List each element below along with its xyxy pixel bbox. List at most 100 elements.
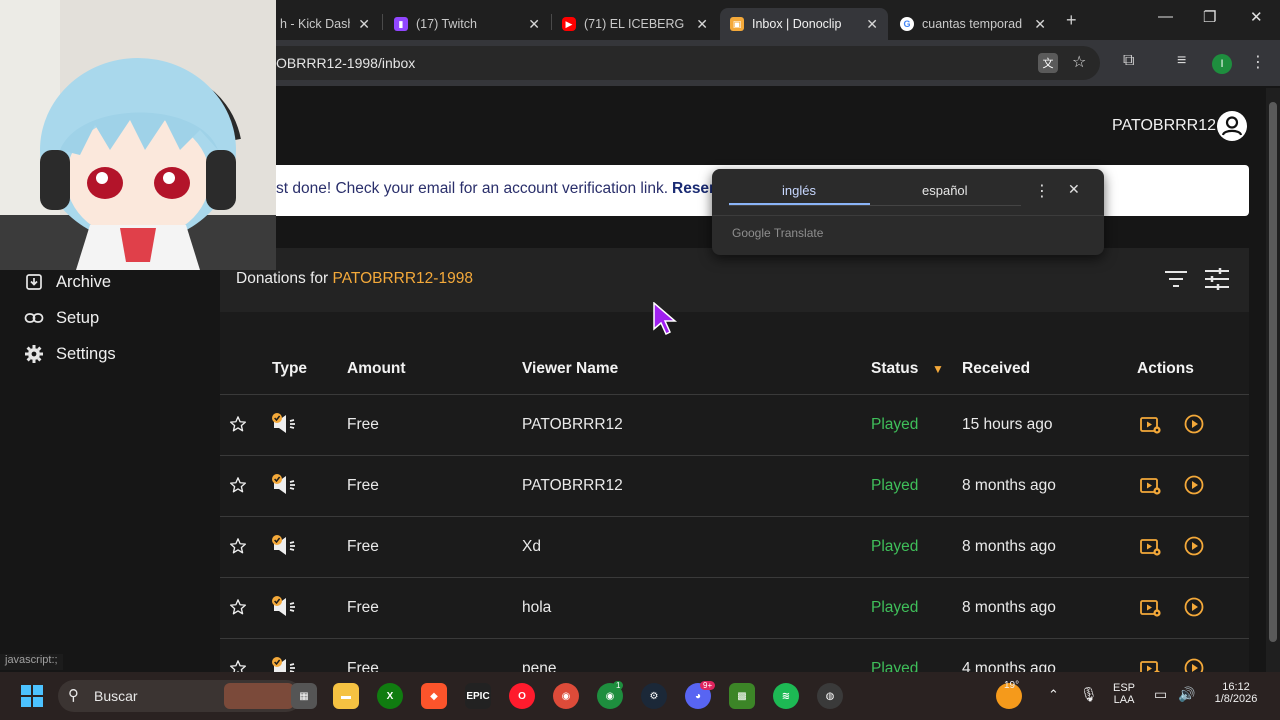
- taskbar-search[interactable]: ⚲ Buscar: [58, 680, 302, 712]
- clip-settings-icon[interactable]: [1140, 537, 1162, 557]
- url-text[interactable]: OBRRR12-1998/inbox: [276, 55, 415, 71]
- profile-avatar[interactable]: I: [1212, 54, 1232, 74]
- translate-icon[interactable]: 文: [1038, 53, 1058, 73]
- new-tab-icon[interactable]: +: [1066, 10, 1077, 31]
- xbox-icon[interactable]: X: [377, 683, 403, 709]
- clock[interactable]: 16:12 1/8/2026: [1206, 681, 1266, 705]
- cell-amount: Free: [347, 477, 379, 494]
- sort-desc-icon[interactable]: ▼: [932, 362, 944, 376]
- tab-google[interactable]: G cuantas temporad ✕: [890, 8, 1056, 40]
- translate-tab-source[interactable]: inglés: [782, 183, 816, 198]
- donations-channel: PATOBRRR12-1998: [332, 270, 473, 287]
- play-circle-icon[interactable]: [1184, 536, 1204, 556]
- menu-dots-icon[interactable]: ⋮: [1250, 52, 1266, 72]
- header-username[interactable]: PATOBRRR12: [1112, 117, 1216, 135]
- mouse-cursor-icon: [653, 302, 677, 336]
- close-tab-icon[interactable]: ✕: [1034, 16, 1046, 33]
- taskbar-search-label: Buscar: [94, 688, 138, 704]
- user-icon: [1221, 116, 1243, 136]
- obs-icon[interactable]: ◍: [817, 683, 843, 709]
- tab-title: (17) Twitch: [416, 17, 477, 31]
- clock-date: 1/8/2026: [1214, 693, 1258, 705]
- favorite-star-icon[interactable]: [229, 476, 247, 494]
- chrome-badge: 1: [613, 681, 624, 690]
- donations-panel: Donations for PATOBRRR12-1998 Type Amoun…: [220, 248, 1249, 678]
- translate-popup: inglés español ⋮ ✕ Google Translate: [712, 169, 1104, 255]
- chrome-icon[interactable]: ◉: [553, 683, 579, 709]
- translate-tab-target[interactable]: español: [922, 183, 968, 198]
- close-icon[interactable]: ✕: [1068, 181, 1080, 198]
- link-icon: [24, 308, 44, 328]
- donoclip-icon: ▣: [730, 17, 744, 31]
- address-bar[interactable]: OBRRR12-1998/inbox 文 ☆: [230, 46, 1100, 80]
- microphone-icon[interactable]: 🎙: [1080, 686, 1098, 703]
- input-language[interactable]: ESP LAA: [1113, 682, 1135, 706]
- extensions-icon[interactable]: ⧉: [1123, 52, 1134, 70]
- sidebar-item-setup[interactable]: Setup: [24, 308, 99, 328]
- volume-icon[interactable]: 🔊: [1178, 686, 1195, 703]
- sidebar-item-archive[interactable]: Archive: [24, 272, 111, 292]
- tab-kick[interactable]: h - Kick Dash ✕: [270, 8, 380, 40]
- cell-viewer-name: hola: [522, 599, 552, 616]
- epic-games-icon[interactable]: EPIC: [465, 683, 491, 709]
- filter-sliders-icon[interactable]: [1204, 267, 1230, 296]
- cell-amount: Free: [347, 538, 379, 555]
- minimize-icon[interactable]: —: [1158, 8, 1173, 25]
- search-highlight-image: [224, 683, 294, 709]
- brave-icon[interactable]: ◆: [421, 683, 447, 709]
- table-row[interactable]: Free hola Played 8 months ago: [220, 577, 1249, 638]
- windows-taskbar: ⚲ Buscar ▦ ▬ X ◆ EPIC O ◉ ◉ 1 ⚙ ◕ 9+ ▩ ≋…: [0, 672, 1280, 720]
- file-explorer-icon[interactable]: ▬: [333, 683, 359, 709]
- user-avatar[interactable]: [1217, 111, 1247, 141]
- tab-title: (71) EL ICEBERG DE: [584, 17, 688, 31]
- close-tab-icon[interactable]: ✕: [696, 16, 708, 33]
- status-hover-url: javascript:;: [0, 654, 63, 670]
- spotify-icon[interactable]: ≋: [773, 683, 799, 709]
- favorite-star-icon[interactable]: [229, 415, 247, 433]
- webcam-figure-image: [0, 0, 276, 270]
- close-window-icon[interactable]: ✕: [1250, 8, 1263, 26]
- favorite-star-icon[interactable]: [229, 598, 247, 616]
- column-status[interactable]: Status: [871, 360, 918, 378]
- tab-title: h - Kick Dash: [280, 17, 351, 31]
- google-icon: G: [900, 17, 914, 31]
- table-row[interactable]: Free PATOBRRR12 Played 8 months ago: [220, 455, 1249, 516]
- play-circle-icon[interactable]: [1184, 597, 1204, 617]
- sidebar-item-label: Archive: [56, 272, 112, 291]
- restore-icon[interactable]: ❐: [1203, 8, 1216, 26]
- opera-icon[interactable]: O: [509, 683, 535, 709]
- language-code: ESP: [1113, 682, 1136, 694]
- close-tab-icon[interactable]: ✕: [866, 16, 878, 33]
- tab-youtube[interactable]: ▶ (71) EL ICEBERG DE ✕: [552, 8, 718, 40]
- steam-icon[interactable]: ⚙: [641, 683, 667, 709]
- cell-received: 15 hours ago: [962, 416, 1053, 433]
- cell-status: Played: [871, 416, 919, 433]
- minecraft-icon[interactable]: ▩: [729, 683, 755, 709]
- clip-settings-icon[interactable]: [1140, 415, 1162, 435]
- play-circle-icon[interactable]: [1184, 414, 1204, 434]
- sort-icon[interactable]: [1164, 270, 1188, 293]
- scrollbar-thumb[interactable]: [1269, 102, 1277, 642]
- bookmark-star-icon[interactable]: ☆: [1072, 52, 1086, 72]
- notice-message: st done! Check your email for an account…: [276, 180, 668, 197]
- close-tab-icon[interactable]: ✕: [358, 16, 370, 33]
- weather-temp: 19°: [1004, 680, 1020, 691]
- clip-settings-icon[interactable]: [1140, 598, 1162, 618]
- tab-donoclip[interactable]: ▣ Inbox | Donoclip ✕: [720, 8, 888, 40]
- windows-start-icon[interactable]: [20, 684, 44, 713]
- sidebar-item-settings[interactable]: Settings: [24, 344, 116, 364]
- tab-title: Inbox | Donoclip: [752, 17, 842, 31]
- table-row[interactable]: Free Xd Played 8 months ago: [220, 516, 1249, 577]
- close-tab-icon[interactable]: ✕: [528, 16, 540, 33]
- table-row[interactable]: Free PATOBRRR12 Played 15 hours ago: [220, 394, 1249, 455]
- network-icon[interactable]: ▭: [1154, 686, 1167, 703]
- play-circle-icon[interactable]: [1184, 475, 1204, 495]
- tray-chevron-up-icon[interactable]: ⌃: [1048, 687, 1059, 703]
- task-view-icon[interactable]: ▦: [291, 683, 317, 709]
- favorite-star-icon[interactable]: [229, 537, 247, 555]
- tab-twitch[interactable]: ▮ (17) Twitch ✕: [384, 8, 550, 40]
- verified-audio-clip-icon: [272, 474, 295, 494]
- translate-options-icon[interactable]: ⋮: [1034, 181, 1050, 201]
- media-control-icon[interactable]: ≡: [1177, 52, 1186, 70]
- clip-settings-icon[interactable]: [1140, 476, 1162, 496]
